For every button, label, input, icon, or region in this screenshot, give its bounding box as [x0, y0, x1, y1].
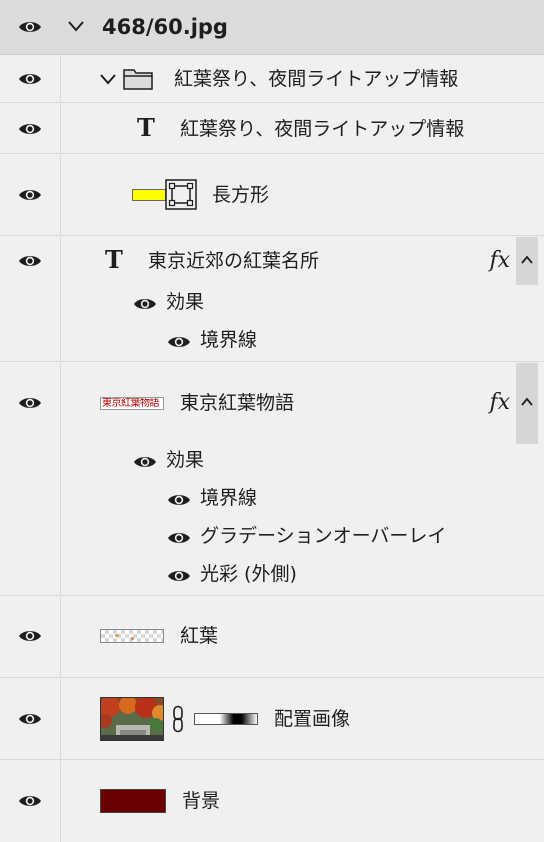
- background-color-thumbnail: [100, 789, 166, 813]
- fx-icon[interactable]: fx: [489, 248, 510, 273]
- rectangle-thumbnail: [132, 189, 166, 201]
- document-title: 468/60.jpg: [102, 15, 228, 39]
- visibility-eye-icon[interactable]: [18, 121, 42, 137]
- visibility-eye-icon[interactable]: [133, 296, 157, 312]
- chevron-up-icon: [521, 255, 533, 264]
- leaf-speck: [115, 634, 119, 637]
- leaf-speck: [131, 637, 134, 640]
- shape-vector-icon: [165, 179, 197, 210]
- visibility-eye-icon[interactable]: [18, 187, 42, 203]
- effects-label: 効果: [166, 291, 205, 313]
- visibility-eye-icon[interactable]: [167, 492, 191, 508]
- layers-header: 468/60.jpg: [0, 0, 544, 55]
- collapse-effects-button[interactable]: [516, 237, 538, 285]
- effect-item-stroke: 境界線: [200, 329, 258, 351]
- visibility-eye-icon[interactable]: [18, 395, 42, 411]
- visibility-eye-icon[interactable]: [18, 71, 42, 87]
- visibility-eye-icon[interactable]: [133, 454, 157, 470]
- layer-row-background[interactable]: 背景: [0, 761, 544, 842]
- layer-row-rectangle[interactable]: 長方形: [0, 155, 544, 236]
- chevron-up-icon: [521, 397, 533, 406]
- layer-name: 紅葉祭り、夜間ライトアップ情報: [174, 68, 459, 90]
- layer-name: 東京近郊の紅葉名所: [148, 250, 320, 272]
- effect-item-stroke: 境界線: [200, 487, 258, 509]
- visibility-eye-icon[interactable]: [167, 568, 191, 584]
- chevron-down-icon[interactable]: [99, 72, 117, 86]
- folder-icon: [123, 69, 153, 90]
- chevron-down-icon[interactable]: [67, 19, 85, 33]
- visibility-eye-icon[interactable]: [18, 19, 42, 35]
- layer-name: 紅葉: [180, 625, 219, 647]
- layer-row-text-2[interactable]: 東京紅葉物語 東京紅葉物語 fx 効果 境界線 グラデーションオーバーレイ 光彩…: [0, 363, 544, 596]
- photo-thumbnail: [100, 697, 164, 741]
- layer-name: 長方形: [212, 184, 270, 206]
- layer-row-group[interactable]: 紅葉祭り、夜間ライトアップ情報: [0, 55, 544, 103]
- visibility-eye-icon[interactable]: [167, 530, 191, 546]
- layer-row-group-text[interactable]: T 紅葉祭り、夜間ライトアップ情報: [0, 104, 544, 154]
- thumbnail-text: 東京紅葉物語: [102, 398, 160, 409]
- layer-mask-thumbnail: [194, 713, 258, 725]
- effect-item-outer-glow: 光彩 (外側): [200, 563, 297, 585]
- layer-thumbnail: [100, 629, 164, 643]
- visibility-eye-icon[interactable]: [18, 711, 42, 727]
- fx-icon[interactable]: fx: [489, 390, 510, 415]
- link-icon[interactable]: [171, 705, 185, 733]
- visibility-eye-icon[interactable]: [18, 253, 42, 269]
- text-layer-icon: T: [137, 113, 155, 142]
- layer-thumbnail: 東京紅葉物語: [100, 397, 164, 410]
- layer-name: 東京紅葉物語: [180, 392, 295, 414]
- visibility-eye-icon[interactable]: [167, 334, 191, 350]
- text-layer-icon: T: [105, 245, 123, 274]
- layer-name: 配置画像: [274, 708, 351, 730]
- visibility-eye-icon[interactable]: [18, 793, 42, 809]
- layer-row-text-1[interactable]: T 東京近郊の紅葉名所 fx 効果 境界線: [0, 237, 544, 362]
- visibility-eye-icon[interactable]: [18, 628, 42, 644]
- layer-name: 紅葉祭り、夜間ライトアップ情報: [180, 118, 465, 140]
- layer-name: 背景: [182, 790, 221, 812]
- layer-row-koyo[interactable]: 紅葉: [0, 597, 544, 678]
- layer-row-placed-image[interactable]: 配置画像: [0, 679, 544, 760]
- effects-label: 効果: [166, 449, 205, 471]
- collapse-effects-button[interactable]: [516, 363, 538, 444]
- effect-item-gradient-overlay: グラデーションオーバーレイ: [200, 525, 447, 547]
